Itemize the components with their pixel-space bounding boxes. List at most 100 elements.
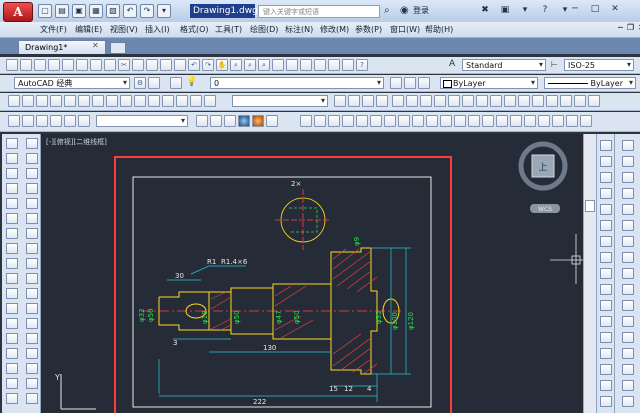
sheet-set-icon[interactable] (314, 59, 326, 71)
chamfer-icon[interactable] (26, 333, 38, 344)
snap-center-icon[interactable] (600, 188, 612, 199)
menu-tools[interactable]: 工具(T) (215, 23, 250, 36)
quick-dim-icon[interactable] (504, 95, 516, 107)
dim-angular-icon[interactable] (490, 95, 502, 107)
application-menu-button[interactable]: A (3, 2, 33, 22)
layer-state-icon[interactable] (418, 77, 430, 89)
vertical-scrollbar[interactable] (583, 134, 596, 413)
intersect-icon[interactable] (622, 316, 634, 327)
offset-icon[interactable] (26, 183, 38, 194)
break-icon[interactable] (26, 303, 38, 314)
snap-node-icon[interactable] (600, 284, 612, 295)
center-mark-icon[interactable] (588, 95, 600, 107)
snap-perpendicular-icon[interactable] (600, 236, 612, 247)
snap-intersection-icon[interactable] (600, 172, 612, 183)
add-selected-icon[interactable] (26, 393, 38, 404)
exposure-icon[interactable] (552, 115, 564, 127)
print-icon[interactable]: ▧ (106, 4, 120, 18)
search-input[interactable]: 键入关键字或短语 (258, 5, 380, 18)
sun-icon[interactable] (538, 115, 550, 127)
snap-apparent-icon[interactable] (600, 396, 612, 407)
snap-from-icon[interactable] (600, 364, 612, 375)
markup-icon[interactable] (328, 59, 340, 71)
fly-icon[interactable] (580, 115, 592, 127)
print-icon[interactable] (62, 59, 74, 71)
exchange-icon[interactable]: ✖ (478, 4, 492, 17)
bottom-view-icon[interactable] (314, 115, 326, 127)
preview-icon[interactable] (76, 59, 88, 71)
menu-edit[interactable]: 编辑(E) (75, 23, 110, 36)
dim-arc-icon[interactable] (420, 95, 432, 107)
sweep-icon[interactable] (176, 95, 188, 107)
menu-window[interactable]: 窗口(W) (390, 23, 425, 36)
orbit-icon[interactable] (334, 95, 346, 107)
snap-insert-icon[interactable] (600, 268, 612, 279)
ellipse-icon[interactable] (6, 273, 18, 284)
polysolid-icon[interactable] (8, 95, 20, 107)
free-orbit-icon[interactable] (348, 95, 360, 107)
left-view-icon[interactable] (328, 115, 340, 127)
environment-icon[interactable] (510, 115, 522, 127)
menu-view[interactable]: 视图(V) (110, 23, 145, 36)
save-as-icon[interactable]: ▦ (89, 4, 103, 18)
presspull-icon[interactable] (162, 95, 174, 107)
trim-icon[interactable] (26, 273, 38, 284)
open-icon[interactable]: ▤ (55, 4, 69, 18)
dim-space-icon[interactable] (546, 95, 558, 107)
copy-object-icon[interactable] (26, 153, 38, 164)
box-icon[interactable] (22, 95, 34, 107)
user-icon[interactable]: ◉ (400, 5, 409, 16)
publish-icon[interactable] (90, 59, 102, 71)
realistic-icon[interactable] (238, 115, 250, 127)
snap-nearest-icon[interactable] (600, 300, 612, 311)
move-icon[interactable] (26, 213, 38, 224)
zoom-realtime-icon[interactable]: ⌕ (230, 59, 242, 71)
torus-icon[interactable] (92, 95, 104, 107)
polyline-icon[interactable] (6, 168, 18, 179)
ucs-view-icon[interactable] (78, 115, 90, 127)
menu-insert[interactable]: 插入(I) (145, 23, 180, 36)
material-icon[interactable] (468, 115, 480, 127)
attribute-sync-icon[interactable] (622, 236, 634, 247)
subtract-icon[interactable] (622, 300, 634, 311)
back-view-icon[interactable] (370, 115, 382, 127)
stretch-icon[interactable] (26, 258, 38, 269)
sphere-icon[interactable] (64, 95, 76, 107)
new-tab-button[interactable] (110, 42, 126, 54)
doc-restore-icon[interactable]: ❐ (627, 23, 634, 32)
polygon-icon[interactable] (6, 183, 18, 194)
walk-icon[interactable] (566, 115, 578, 127)
dim-baseline-icon[interactable] (518, 95, 530, 107)
block-icon[interactable] (174, 59, 186, 71)
menu-help[interactable]: 帮助(H) (425, 23, 460, 36)
construction-line-icon[interactable] (6, 153, 18, 164)
snap-quadrant-icon[interactable] (600, 204, 612, 215)
cylinder-icon[interactable] (78, 95, 90, 107)
offset-faces-icon[interactable] (622, 364, 634, 375)
dim-continue-icon[interactable] (532, 95, 544, 107)
spline-edit-icon[interactable] (622, 188, 634, 199)
cone-icon[interactable] (50, 95, 62, 107)
snap-tangent-icon[interactable] (600, 220, 612, 231)
layer-previous-icon[interactable] (404, 77, 416, 89)
make-block-icon[interactable] (6, 318, 18, 329)
scale-icon[interactable] (26, 243, 38, 254)
union-icon[interactable] (622, 284, 634, 295)
menu-dimension[interactable]: 标注(N) (285, 23, 320, 36)
sw-iso-icon[interactable] (384, 115, 396, 127)
2d-wireframe-icon[interactable] (196, 115, 208, 127)
block-attribute-icon[interactable] (622, 220, 634, 231)
text-style-select[interactable]: Standard (462, 59, 546, 71)
design-center-icon[interactable] (286, 59, 298, 71)
table-icon[interactable] (6, 393, 18, 404)
zoom-window-icon[interactable]: ⌕ (244, 59, 256, 71)
save-icon[interactable]: ▣ (72, 4, 86, 18)
arc-icon[interactable] (6, 213, 18, 224)
ucs-object-icon[interactable] (64, 115, 76, 127)
dim-style-select[interactable]: ISO-25 (564, 59, 634, 71)
planar-icon[interactable] (134, 95, 146, 107)
helix-icon[interactable] (120, 95, 132, 107)
menu-parametric[interactable]: 参数(P) (355, 23, 390, 36)
snap-none-icon[interactable] (600, 316, 612, 327)
move-faces-icon[interactable] (622, 348, 634, 359)
